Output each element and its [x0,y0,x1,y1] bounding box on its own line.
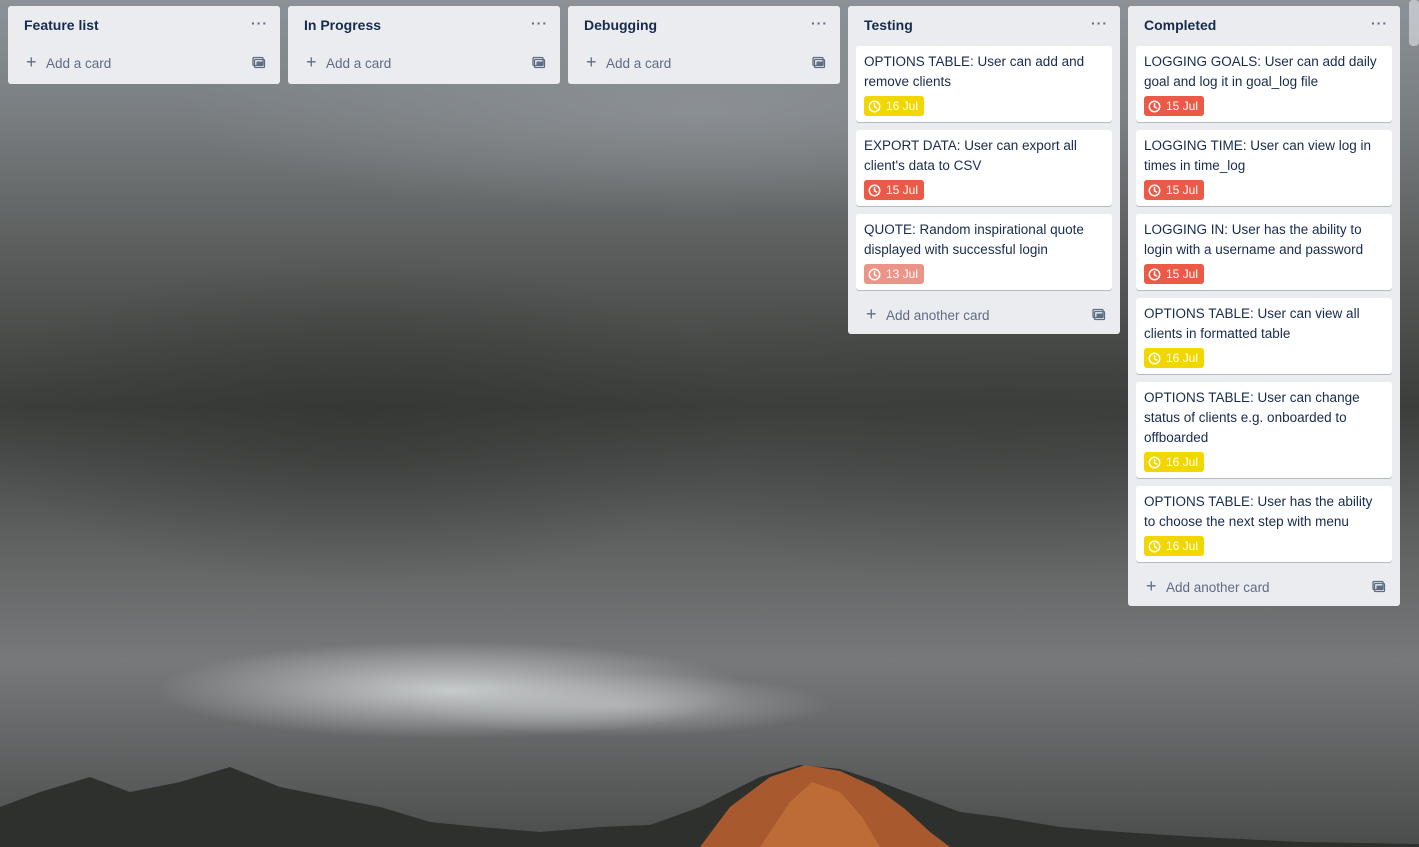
list-header: Testing ··· [848,6,1120,46]
due-date-badge[interactable]: 16 Jul [1144,536,1205,556]
clock-icon [868,184,881,196]
due-date-text: 16 Jul [886,99,919,113]
card-list: OPTIONS TABLE: User can add and remove c… [848,46,1120,290]
card[interactable]: QUOTE: Random inspirational quote displa… [856,214,1112,290]
list-testing: Testing ··· OPTIONS TABLE: User can add … [848,6,1120,334]
plus-icon: + [306,52,317,72]
add-card-button[interactable]: + Add another card [848,298,1120,334]
clock-icon [868,100,881,112]
card[interactable]: EXPORT DATA: User can export all client'… [856,130,1112,206]
list-header: Completed ··· [1128,6,1400,46]
card-template-icon[interactable] [252,56,266,70]
card-title: LOGGING IN: User has the ability to logi… [1144,222,1364,257]
list-feature-list: Feature list ··· + Add a card [8,6,280,84]
due-date-text: 15 Jul [886,183,919,197]
due-date-badge[interactable]: 15 Jul [1144,264,1205,284]
card[interactable]: OPTIONS TABLE: User can add and remove c… [856,46,1112,122]
list-title[interactable]: Testing [864,17,913,33]
add-card-button[interactable]: + Add a card [8,46,280,84]
due-date-text: 15 Jul [1166,183,1199,197]
more-icon[interactable]: ··· [811,16,828,30]
plus-icon: + [26,52,37,72]
due-date-badge[interactable]: 15 Jul [1144,180,1205,200]
background-mountains [0,765,1419,847]
list-completed: Completed ··· LOGGING GOALS: User can ad… [1128,6,1400,606]
card-template-icon[interactable] [812,56,826,70]
due-date-badge[interactable]: 16 Jul [1144,348,1205,368]
add-card-label: Add a card [326,56,392,71]
add-card-label: Add a card [46,56,112,71]
due-date-text: 13 Jul [886,267,919,281]
due-date-text: 15 Jul [1166,99,1199,113]
due-date-badge[interactable]: 15 Jul [864,180,925,200]
board-scrollbar[interactable] [1409,0,1419,46]
due-date-badge[interactable]: 16 Jul [864,96,925,116]
due-date-text: 15 Jul [1166,267,1199,281]
add-card-label: Add a card [606,56,672,71]
card-list: LOGGING GOALS: User can add daily goal a… [1128,46,1400,562]
list-title[interactable]: Completed [1144,17,1216,33]
card-title: OPTIONS TABLE: User can change status of… [1144,390,1360,445]
list-header: In Progress ··· [288,6,560,46]
list-title[interactable]: Debugging [584,17,657,33]
clock-icon [1148,540,1161,552]
due-date-text: 16 Jul [1166,351,1199,365]
clock-icon [1148,184,1161,196]
card-template-icon[interactable] [532,56,546,70]
card-title: LOGGING GOALS: User can add daily goal a… [1144,54,1377,89]
add-card-button[interactable]: + Add a card [568,46,840,84]
add-card-label: Add another card [1166,580,1270,595]
plus-icon: + [586,52,597,72]
add-card-button[interactable]: + Add a card [288,46,560,84]
clock-icon [1148,268,1161,280]
clock-icon [1148,456,1161,468]
list-debugging: Debugging ··· + Add a card [568,6,840,84]
list-title[interactable]: Feature list [24,17,99,33]
add-card-label: Add another card [886,308,990,323]
clock-icon [868,268,881,280]
due-date-text: 16 Jul [1166,539,1199,553]
plus-icon: + [1146,576,1157,596]
more-icon[interactable]: ··· [531,16,548,30]
card[interactable]: LOGGING TIME: User can view log in times… [1136,130,1392,206]
card[interactable]: OPTIONS TABLE: User can change status of… [1136,382,1392,478]
due-date-badge[interactable]: 16 Jul [1144,452,1205,472]
list-title[interactable]: In Progress [304,17,381,33]
card-template-icon[interactable] [1372,580,1386,594]
clock-icon [1148,352,1161,364]
card[interactable]: OPTIONS TABLE: User has the ability to c… [1136,486,1392,562]
card-title: OPTIONS TABLE: User can add and remove c… [864,54,1085,89]
card[interactable]: OPTIONS TABLE: User can view all clients… [1136,298,1392,374]
due-date-badge[interactable]: 15 Jul [1144,96,1205,116]
card-title: QUOTE: Random inspirational quote displa… [864,222,1084,257]
clock-icon [1148,100,1161,112]
card[interactable]: LOGGING GOALS: User can add daily goal a… [1136,46,1392,122]
due-date-badge[interactable]: 13 Jul [864,264,925,284]
more-icon[interactable]: ··· [251,16,268,30]
list-header: Debugging ··· [568,6,840,46]
card-title: OPTIONS TABLE: User can view all clients… [1144,306,1360,341]
card-title: EXPORT DATA: User can export all client'… [864,138,1077,173]
more-icon[interactable]: ··· [1091,16,1108,30]
list-in-progress: In Progress ··· + Add a card [288,6,560,84]
due-date-text: 16 Jul [1166,455,1199,469]
card-title: LOGGING TIME: User can view log in times… [1144,138,1372,173]
card[interactable]: LOGGING IN: User has the ability to logi… [1136,214,1392,290]
card-template-icon[interactable] [1092,308,1106,322]
more-icon[interactable]: ··· [1371,16,1388,30]
add-card-button[interactable]: + Add another card [1128,570,1400,606]
card-title: OPTIONS TABLE: User has the ability to c… [1144,494,1373,529]
list-header: Feature list ··· [8,6,280,46]
plus-icon: + [866,304,877,324]
